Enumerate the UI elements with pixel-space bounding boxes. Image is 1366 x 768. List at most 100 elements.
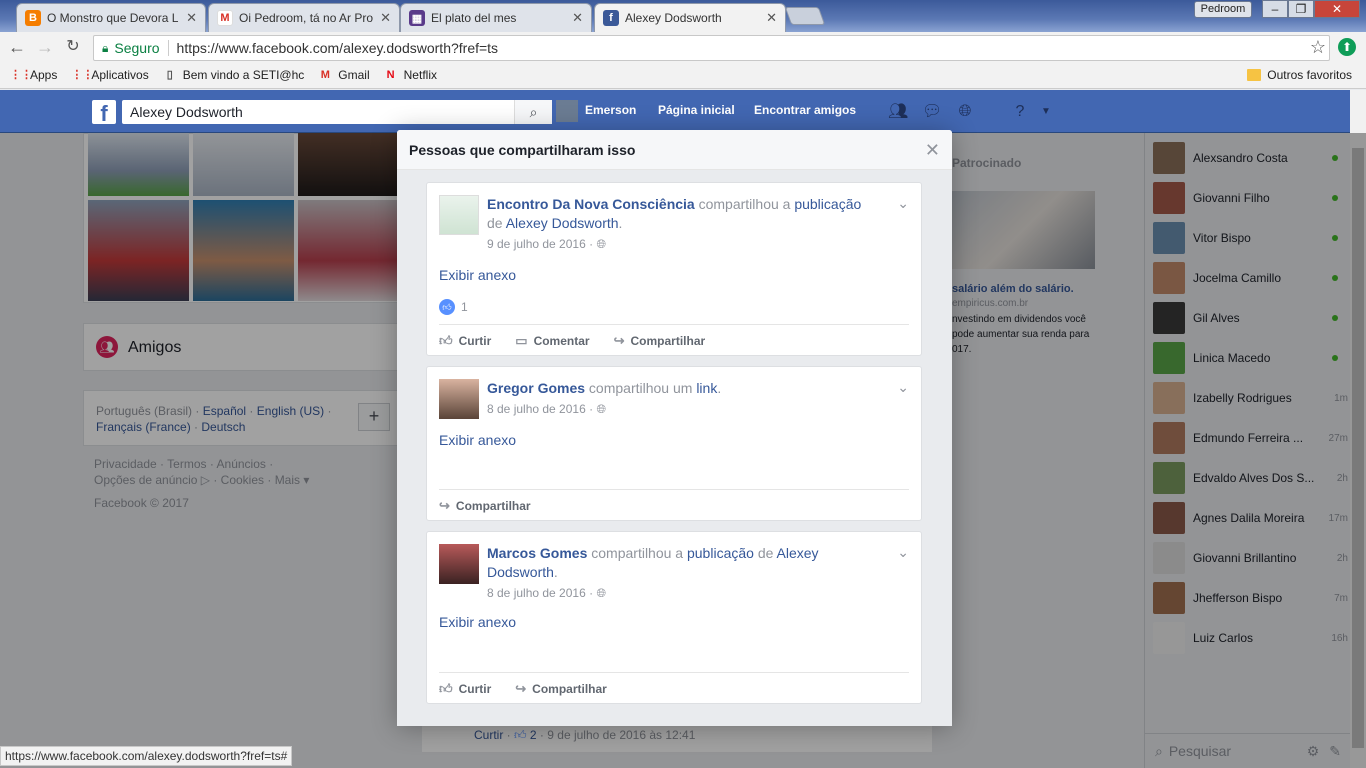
thumbs-up-icon: 👍︎ (439, 681, 453, 696)
tab-title: Oi Pedroom, tá no Ar Pro (239, 11, 374, 25)
other-bookmarks-label: Outros favoritos (1267, 68, 1352, 82)
share-verb: compartilhou a (591, 545, 684, 561)
globe-icon: 🌐︎ (596, 402, 607, 416)
dialog-title: Pessoas que compartilharam isso (409, 142, 636, 158)
avatar[interactable] (556, 100, 578, 122)
other-bookmarks[interactable]: Outros favoritos (1247, 68, 1352, 82)
share-arrow-icon: ↪ (613, 333, 625, 348)
bookmark-label: Aplicativos (91, 68, 149, 82)
reload-icon[interactable]: ↻ (62, 37, 84, 59)
share-object-link[interactable]: publicação (794, 196, 861, 212)
divider (439, 489, 909, 490)
share-date-text: 9 de julho de 2016 (487, 237, 586, 251)
divider (439, 672, 909, 673)
nav-home-link[interactable]: Página inicial (658, 103, 735, 117)
chevron-down-icon[interactable]: ▼ (1036, 102, 1056, 122)
back-arrow-icon[interactable]: ← (6, 37, 28, 59)
browser-tab[interactable]: ▦ El plato del mes ✕ (400, 3, 592, 32)
sharer-name[interactable]: Gregor Gomes (487, 380, 585, 396)
facebook-icon: f (603, 10, 619, 26)
share-item: Encontro Da Nova Consciência compartilho… (426, 182, 922, 356)
close-icon[interactable]: ✕ (766, 10, 777, 26)
address-bar[interactable]: 🔒︎ Seguro https://www.facebook.com/alexe… (93, 35, 1330, 61)
chevron-down-icon[interactable]: ⌄ (897, 379, 909, 396)
friend-requests-icon[interactable]: 👥︎ (888, 102, 908, 122)
apps-grid-icon: ⋮⋮ (10, 69, 32, 81)
avatar[interactable] (439, 544, 479, 584)
avatar[interactable] (439, 195, 479, 235)
browser-tab[interactable]: B O Monstro que Devora L ✕ (16, 3, 206, 32)
bookmark-seti[interactable]: ▯ Bem vindo a SETI@hc (163, 68, 305, 82)
sharer-name[interactable]: Marcos Gomes (487, 545, 587, 561)
divider (439, 324, 909, 325)
dialog-header: Pessoas que compartilharam isso ✕ (397, 130, 952, 170)
close-icon[interactable]: ✕ (186, 10, 197, 26)
share-date[interactable]: 8 de julho de 2016 · 🌐︎ (487, 402, 606, 417)
facebook-search-input[interactable]: Alexey Dodsworth (122, 100, 552, 124)
share-verb: compartilhou a (698, 196, 791, 212)
bookmark-netflix[interactable]: N Netflix (384, 68, 437, 82)
share-button[interactable]: ↪ Compartilhar (515, 681, 607, 697)
blogger-icon: B (25, 10, 41, 26)
view-attachment-link[interactable]: Exibir anexo (439, 432, 516, 448)
browser-tab[interactable]: M Oi Pedroom, tá no Ar Pro ✕ (208, 3, 400, 32)
gmail-icon: M (217, 10, 233, 26)
folder-icon (1247, 69, 1262, 81)
browser-toolbar: ← → ↻ 🔒︎ Seguro https://www.facebook.com… (0, 32, 1366, 62)
share-header: Gregor Gomes compartilhou um link. (487, 380, 722, 396)
like-icon: 👍︎ (439, 299, 455, 315)
share-date[interactable]: 9 de julho de 2016 · 🌐︎ (487, 237, 606, 252)
notifications-globe-icon[interactable]: 🌐︎ (955, 102, 975, 122)
share-object-link[interactable]: publicação (687, 545, 754, 561)
help-icon[interactable]: ? (1010, 102, 1030, 122)
minimize-button[interactable]: – (1262, 0, 1288, 18)
forward-arrow-icon[interactable]: → (34, 37, 56, 59)
globe-icon: 🌐︎ (596, 586, 607, 600)
browser-tab-bar: B O Monstro que Devora L ✕ M Oi Pedroom,… (0, 0, 1366, 32)
like-label: Curtir (458, 334, 492, 348)
avatar[interactable] (439, 379, 479, 419)
nav-profile-link[interactable]: Emerson (585, 103, 636, 117)
share-prep: de (487, 215, 503, 231)
chevron-down-icon[interactable]: ⌄ (897, 544, 909, 561)
like-button[interactable]: 👍︎ Curtir (439, 681, 491, 697)
bookmark-gmail[interactable]: M Gmail (318, 68, 370, 82)
thumbs-up-icon: 👍︎ (439, 333, 453, 348)
facebook-logo-icon[interactable]: f (92, 100, 116, 126)
extension-icon[interactable]: ⬆ (1338, 38, 1356, 56)
sharer-name[interactable]: Encontro Da Nova Consciência (487, 196, 695, 212)
close-icon[interactable]: ✕ (572, 10, 583, 26)
view-attachment-link[interactable]: Exibir anexo (439, 614, 516, 630)
globe-icon: 🌐︎ (596, 237, 607, 251)
messenger-icon[interactable]: 💬︎ (922, 102, 942, 122)
profile-button[interactable]: Pedroom (1194, 1, 1252, 18)
comment-button[interactable]: ▭ Comentar (515, 333, 589, 349)
maximize-button[interactable]: ❐ (1288, 0, 1314, 18)
action-bar: 👍︎ Curtir ↪ Compartilhar (439, 681, 631, 697)
window-close-button[interactable]: ✕ (1314, 0, 1360, 18)
browser-tab-active[interactable]: f Alexey Dodsworth ✕ (594, 3, 786, 32)
view-attachment-link[interactable]: Exibir anexo (439, 267, 516, 283)
netflix-icon: N (386, 69, 395, 81)
share-button[interactable]: ↪ Compartilhar (439, 498, 531, 514)
bookmark-apps[interactable]: ⋮⋮ Apps (10, 68, 57, 82)
bookmark-label: Apps (30, 68, 58, 82)
search-icon[interactable]: ⌕ (514, 100, 552, 124)
new-tab-button[interactable] (784, 7, 826, 25)
action-bar: 👍︎ Curtir ▭ Comentar ↪ Compartilhar (439, 333, 729, 349)
bookmark-star-icon[interactable]: ☆ (1310, 37, 1326, 58)
like-button[interactable]: 👍︎ Curtir (439, 333, 491, 349)
reactions[interactable]: 👍︎ 1 (439, 299, 468, 315)
share-button[interactable]: ↪ Compartilhar (614, 333, 706, 349)
close-icon[interactable]: ✕ (380, 10, 391, 26)
like-count: 1 (461, 300, 468, 314)
share-date[interactable]: 8 de julho de 2016 · 🌐︎ (487, 586, 606, 601)
share-object-link[interactable]: link (696, 380, 717, 396)
status-bar: https://www.facebook.com/alexey.dodswort… (0, 746, 293, 766)
owner-link[interactable]: Alexey Dodsworth (506, 215, 619, 231)
share-header: Encontro Da Nova Consciência compartilho… (487, 196, 862, 231)
nav-find-friends-link[interactable]: Encontrar amigos (754, 103, 856, 117)
close-icon[interactable]: ✕ (925, 140, 940, 161)
bookmark-aplicativos[interactable]: ⋮⋮ Aplicativos (71, 68, 148, 82)
chevron-down-icon[interactable]: ⌄ (897, 195, 909, 212)
